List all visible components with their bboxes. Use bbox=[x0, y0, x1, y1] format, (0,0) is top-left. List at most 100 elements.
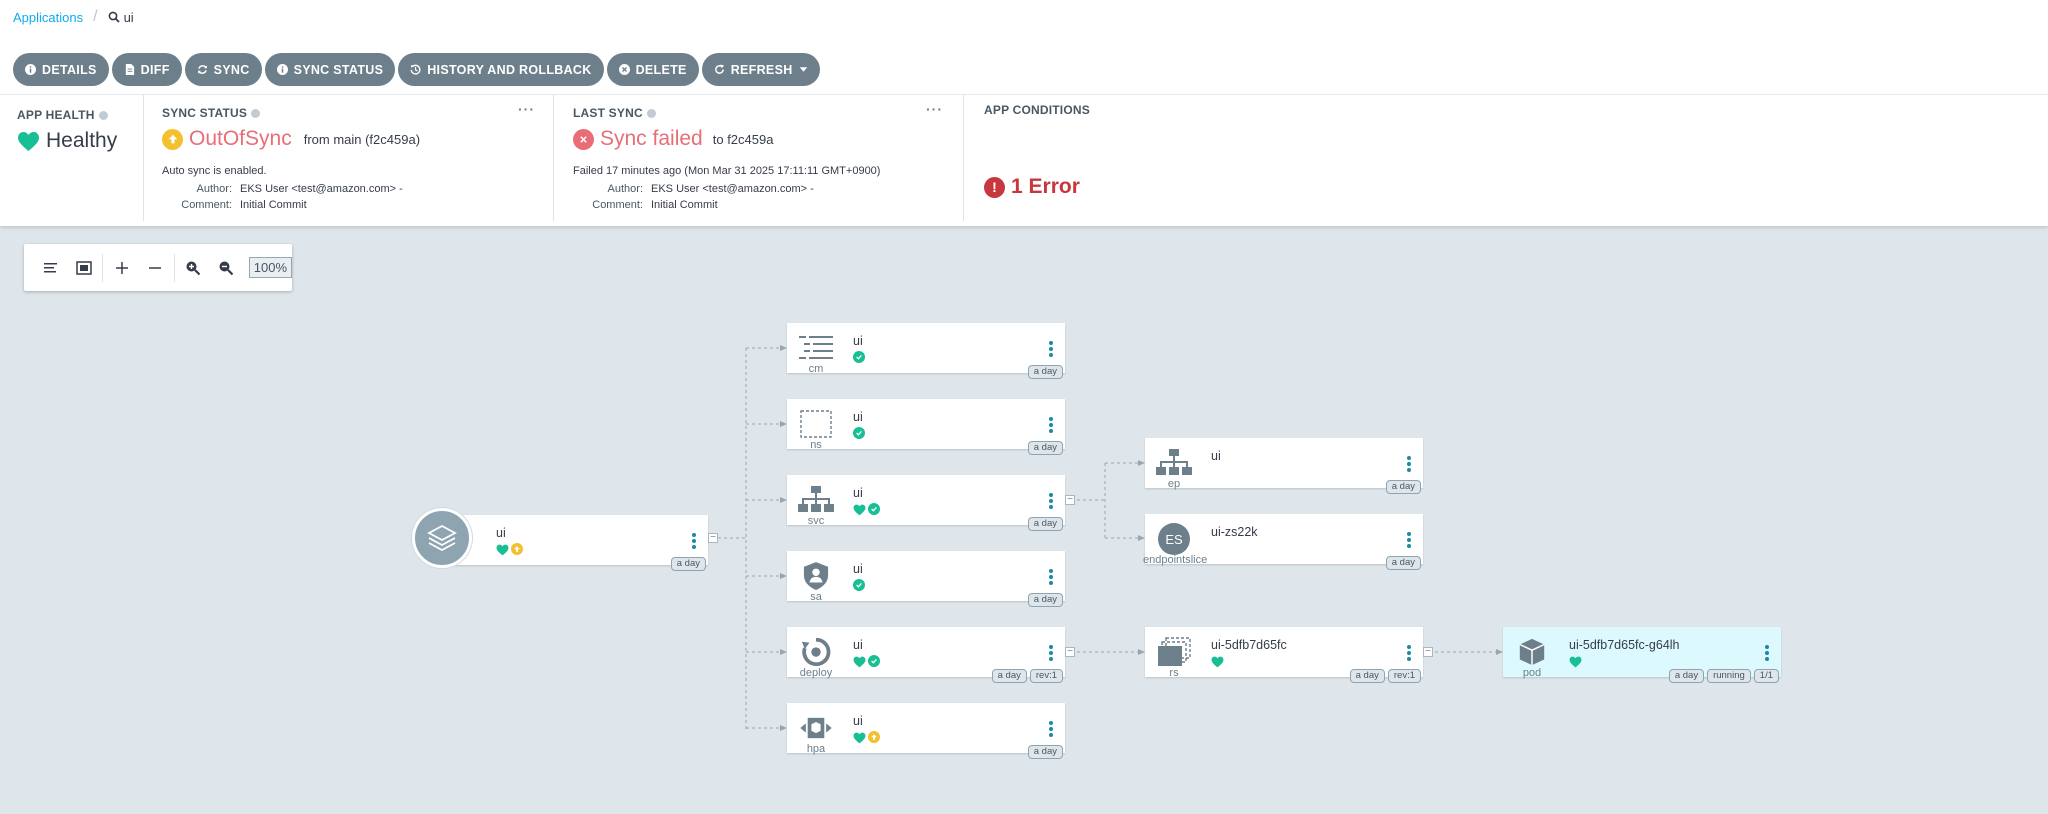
resource-node-ep[interactable]: ep ui a day bbox=[1145, 438, 1423, 494]
app-icon bbox=[412, 508, 472, 568]
node-status bbox=[853, 503, 880, 521]
revision-tag: rev:1 bbox=[1029, 669, 1063, 683]
node-menu-button[interactable] bbox=[692, 533, 696, 549]
collapse-toggle[interactable]: − bbox=[708, 533, 718, 543]
node-status bbox=[853, 655, 880, 673]
node-menu-button[interactable] bbox=[1049, 341, 1053, 357]
pod-ready-tag: 1/1 bbox=[1753, 669, 1779, 683]
collapse-toggle[interactable]: − bbox=[1065, 495, 1075, 505]
resource-node-hpa[interactable]: hpa ui a day bbox=[787, 703, 1065, 759]
age-tag: a day bbox=[1385, 480, 1421, 494]
node-tags: a day bbox=[1027, 745, 1063, 759]
resource-node-svc[interactable]: svc ui a day bbox=[787, 475, 1065, 531]
node-name: ui bbox=[853, 486, 863, 500]
age-tag: a day bbox=[1027, 365, 1063, 379]
node-tags: a day bbox=[1385, 556, 1421, 570]
node-kind: ep bbox=[1167, 478, 1181, 490]
age-tag: a day bbox=[1027, 745, 1063, 759]
node-kind: svc bbox=[807, 515, 825, 527]
configmap-icon bbox=[797, 331, 835, 365]
pod-state-tag: running bbox=[1707, 669, 1751, 683]
resource-node-endpointslice[interactable]: ES endpointslice ui-zs22k a day bbox=[1143, 514, 1423, 570]
resource-node-sa[interactable]: sa ui a day bbox=[787, 551, 1065, 607]
node-tags: a day running 1/1 bbox=[1668, 669, 1779, 683]
node-kind: deploy bbox=[799, 667, 833, 679]
out-of-sync-icon bbox=[868, 731, 880, 743]
node-name: ui bbox=[853, 410, 863, 424]
node-status bbox=[853, 351, 865, 363]
node-tags: a day bbox=[1027, 593, 1063, 607]
node-name: ui-5dfb7d65fc-g64lh bbox=[1569, 638, 1680, 652]
layers-icon bbox=[427, 524, 457, 552]
node-kind: endpointslice bbox=[1143, 554, 1208, 566]
resource-node-cm[interactable]: cm ui a day bbox=[787, 323, 1065, 379]
endpointslice-icon: ES bbox=[1155, 522, 1193, 556]
age-tag: a day bbox=[1027, 517, 1063, 531]
node-menu-button[interactable] bbox=[1765, 645, 1769, 661]
namespace-icon bbox=[797, 407, 835, 441]
node-status bbox=[853, 579, 865, 591]
node-menu-button[interactable] bbox=[1407, 645, 1411, 661]
synced-icon bbox=[868, 503, 880, 515]
resource-node-pod[interactable]: pod ui-5dfb7d65fc-g64lh a day running 1/… bbox=[1503, 627, 1781, 683]
heart-icon bbox=[496, 543, 509, 561]
out-of-sync-icon bbox=[511, 543, 523, 555]
resource-node-deploy[interactable]: deploy ui a day rev:1 bbox=[787, 627, 1065, 683]
service-icon bbox=[797, 483, 835, 517]
heart-icon bbox=[1569, 655, 1582, 673]
age-tag: a day bbox=[1027, 441, 1063, 455]
collapse-toggle[interactable]: − bbox=[1423, 647, 1433, 657]
heart-icon bbox=[853, 655, 866, 673]
app-node-ui[interactable]: ui a day bbox=[442, 515, 708, 571]
node-name: ui bbox=[1211, 449, 1221, 463]
deployment-icon bbox=[797, 635, 835, 669]
node-name: ui-zs22k bbox=[1211, 525, 1258, 539]
resource-node-rs[interactable]: rs ui-5dfb7d65fc a day rev:1 bbox=[1145, 627, 1423, 683]
node-kind: ns bbox=[810, 439, 822, 451]
node-name: ui-5dfb7d65fc bbox=[1211, 638, 1287, 652]
node-tags: a day rev:1 bbox=[991, 669, 1063, 683]
autoscaler-icon bbox=[797, 711, 835, 745]
node-status bbox=[853, 427, 865, 439]
node-tags: a day bbox=[670, 557, 706, 571]
node-name: ui bbox=[853, 334, 863, 348]
endpoints-icon bbox=[1155, 446, 1193, 480]
pod-icon bbox=[1513, 635, 1551, 669]
resource-node-ns[interactable]: ns ui a day bbox=[787, 399, 1065, 455]
node-name: ui bbox=[496, 526, 506, 540]
node-name: ui bbox=[853, 714, 863, 728]
age-tag: a day bbox=[991, 669, 1027, 683]
endpointslice-badge: ES bbox=[1158, 523, 1190, 555]
node-kind: hpa bbox=[806, 743, 826, 755]
node-kind: cm bbox=[808, 363, 824, 375]
synced-icon bbox=[868, 655, 880, 667]
node-tags: a day bbox=[1385, 480, 1421, 494]
service-account-icon bbox=[797, 559, 835, 593]
node-status bbox=[1211, 655, 1224, 673]
age-tag: a day bbox=[1385, 556, 1421, 570]
node-name: ui bbox=[853, 562, 863, 576]
synced-icon bbox=[853, 427, 865, 439]
node-tags: a day bbox=[1027, 517, 1063, 531]
age-tag: a day bbox=[1027, 593, 1063, 607]
node-menu-button[interactable] bbox=[1049, 493, 1053, 509]
node-menu-button[interactable] bbox=[1049, 569, 1053, 585]
node-status bbox=[853, 731, 880, 749]
node-menu-button[interactable] bbox=[1049, 417, 1053, 433]
node-tags: a day bbox=[1027, 441, 1063, 455]
age-tag: a day bbox=[670, 557, 706, 571]
node-kind: pod bbox=[1522, 667, 1542, 679]
node-menu-button[interactable] bbox=[1049, 645, 1053, 661]
node-kind: sa bbox=[810, 591, 822, 603]
node-menu-button[interactable] bbox=[1407, 532, 1411, 548]
collapse-toggle[interactable]: − bbox=[1065, 647, 1075, 657]
node-status bbox=[1569, 655, 1582, 673]
replicaset-icon bbox=[1155, 635, 1193, 669]
synced-icon bbox=[853, 351, 865, 363]
node-tags: a day rev:1 bbox=[1349, 669, 1421, 683]
node-menu-button[interactable] bbox=[1407, 456, 1411, 472]
node-menu-button[interactable] bbox=[1049, 721, 1053, 737]
age-tag: a day bbox=[1668, 669, 1705, 683]
node-tags: a day bbox=[1027, 365, 1063, 379]
node-status bbox=[496, 543, 523, 561]
